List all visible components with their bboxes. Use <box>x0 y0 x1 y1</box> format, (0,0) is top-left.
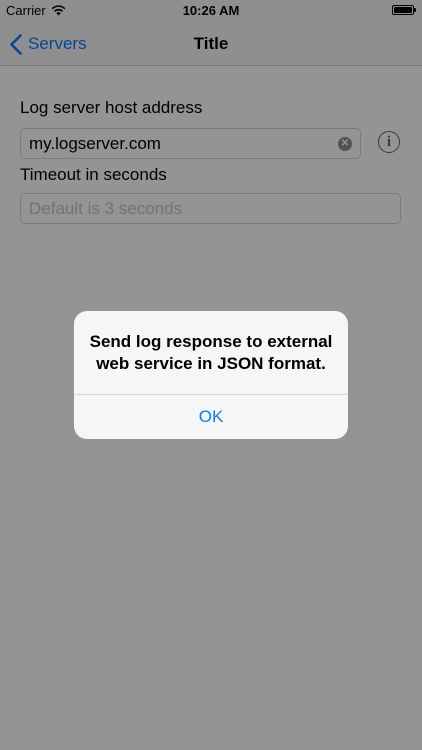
alert-message: Send log response to external web servic… <box>89 332 333 373</box>
alert-dialog: Send log response to external web servic… <box>74 311 348 439</box>
ok-button[interactable]: OK <box>74 395 348 439</box>
